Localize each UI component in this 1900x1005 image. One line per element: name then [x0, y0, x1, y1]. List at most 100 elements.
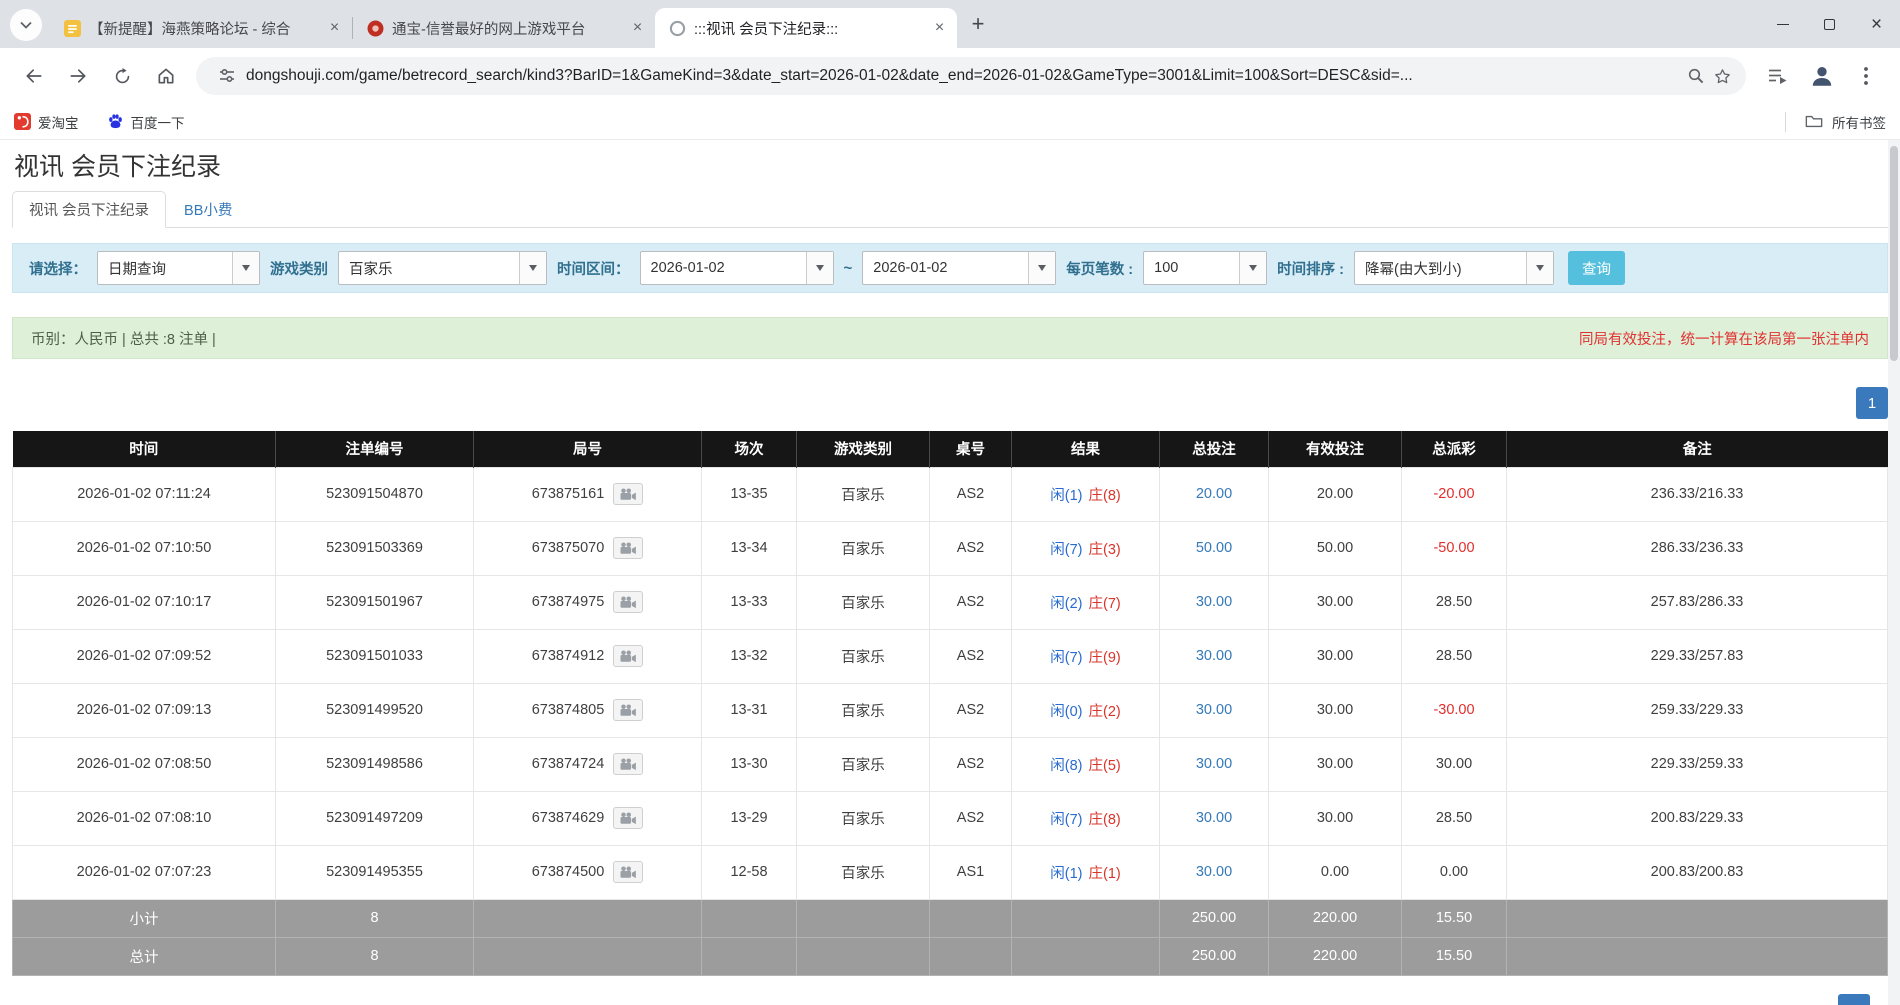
- total-bet-link[interactable]: 20.00: [1196, 486, 1232, 502]
- page-button-1-bottom[interactable]: 1: [1838, 994, 1870, 1005]
- cell-table-no: AS1: [930, 845, 1012, 899]
- bookmark-taobao[interactable]: 爱淘宝: [14, 112, 79, 132]
- round-id-text: 673875161: [532, 486, 605, 502]
- total-empty-cell: [474, 937, 702, 975]
- site-settings-icon[interactable]: [218, 67, 236, 85]
- total-bet-link[interactable]: 30.00: [1196, 648, 1232, 664]
- scrollbar-thumb[interactable]: [1890, 146, 1898, 361]
- all-bookmarks-button[interactable]: 所有书签: [1785, 112, 1886, 132]
- red-site-icon: [367, 20, 384, 37]
- sort-select[interactable]: 降幂(由大到小): [1354, 251, 1554, 285]
- subtotal-valid-bet: 220.00: [1269, 899, 1402, 937]
- cell-result: 闲(2)庄(7): [1012, 575, 1160, 629]
- date-end-select[interactable]: 2026-01-02: [862, 251, 1056, 285]
- cell-note: 229.33/257.83: [1507, 629, 1888, 683]
- tab-bet-records[interactable]: 视讯 会员下注纪录: [12, 191, 166, 228]
- video-replay-button[interactable]: [613, 699, 643, 721]
- subtotal-empty-cell: [797, 899, 930, 937]
- dropdown-button[interactable]: [1239, 252, 1266, 284]
- cell-round-id: 673874975: [474, 575, 702, 629]
- date-end-value: 2026-01-02: [863, 252, 1028, 284]
- column-header-table-no: 桌号: [930, 431, 1012, 467]
- browser-tab-game-platform[interactable]: 通宝-信誉最好的网上游戏平台 ×: [353, 8, 655, 48]
- cell-round-id: 673874500: [474, 845, 702, 899]
- cell-session: 12-58: [702, 845, 797, 899]
- video-replay-button[interactable]: [613, 861, 643, 883]
- tab-close-button[interactable]: ×: [325, 19, 344, 38]
- cell-total-bet: 30.00: [1160, 683, 1269, 737]
- chevron-down-icon: [529, 265, 537, 271]
- url-text[interactable]: dongshouji.com/game/betrecord_search/kin…: [246, 67, 1669, 85]
- cell-result: 闲(7)庄(8): [1012, 791, 1160, 845]
- globe-icon: [669, 20, 686, 37]
- reload-icon: [113, 67, 132, 86]
- maximize-icon: [1824, 19, 1835, 30]
- column-header-game-type: 游戏类别: [797, 431, 930, 467]
- reload-button[interactable]: [102, 56, 142, 96]
- total-bet-link[interactable]: 30.00: [1196, 810, 1232, 826]
- close-window-button[interactable]: ×: [1853, 0, 1900, 48]
- round-id-text: 673874975: [532, 594, 605, 610]
- total-bet-link[interactable]: 50.00: [1196, 540, 1232, 556]
- game-type-select[interactable]: 百家乐: [338, 251, 547, 285]
- total-bet-link[interactable]: 30.00: [1196, 756, 1232, 772]
- cell-payout: -50.00: [1402, 521, 1507, 575]
- media-controls-icon[interactable]: [1758, 56, 1798, 96]
- total-bet-link[interactable]: 30.00: [1196, 702, 1232, 718]
- cell-session: 13-35: [702, 467, 797, 521]
- video-replay-button[interactable]: [613, 537, 643, 559]
- bookmark-baidu[interactable]: 百度一下: [107, 112, 185, 132]
- date-mode-select[interactable]: 日期查询: [97, 251, 260, 285]
- game-type-value: 百家乐: [339, 252, 519, 284]
- dropdown-button[interactable]: [1526, 252, 1553, 284]
- date-start-select[interactable]: 2026-01-02: [640, 251, 834, 285]
- cell-total-bet: 30.00: [1160, 575, 1269, 629]
- close-icon: ×: [330, 19, 339, 37]
- minimize-button[interactable]: [1759, 0, 1806, 48]
- video-replay-button[interactable]: [613, 645, 643, 667]
- cell-bet-id: 523091504870: [276, 467, 474, 521]
- video-replay-button[interactable]: [613, 483, 643, 505]
- search-button[interactable]: 查询: [1568, 251, 1625, 285]
- tab-search-button[interactable]: [10, 9, 42, 41]
- table-row: 2026-01-02 07:10:50 523091503369 6738750…: [13, 521, 1888, 575]
- browser-tab-bet-records-active[interactable]: :::视讯 会员下注纪录::: ×: [655, 8, 957, 48]
- browser-tab-bar: 【新提醒】海燕策略论坛 - 综合 × 通宝-信誉最好的网上游戏平台 × :::视…: [0, 0, 1900, 48]
- video-replay-button[interactable]: [613, 807, 643, 829]
- total-bet-link[interactable]: 30.00: [1196, 864, 1232, 880]
- profile-avatar[interactable]: [1802, 56, 1842, 96]
- zoom-icon[interactable]: [1687, 67, 1705, 85]
- page-size-label: 每页笔数 :: [1066, 258, 1133, 279]
- dropdown-button[interactable]: [519, 252, 546, 284]
- browser-menu-button[interactable]: [1846, 56, 1886, 96]
- tab-close-button[interactable]: ×: [628, 19, 647, 38]
- dropdown-button[interactable]: [232, 252, 259, 284]
- cell-total-bet: 30.00: [1160, 791, 1269, 845]
- new-tab-button[interactable]: +: [963, 9, 993, 39]
- cell-bet-id: 523091499520: [276, 683, 474, 737]
- total-bet-link[interactable]: 30.00: [1196, 594, 1232, 610]
- tab-bb-tip[interactable]: BB小费: [166, 192, 250, 227]
- bookmark-star-icon[interactable]: [1713, 67, 1732, 86]
- dropdown-button[interactable]: [1028, 252, 1055, 284]
- back-button[interactable]: [14, 56, 54, 96]
- page-scrollbar[interactable]: [1888, 140, 1900, 1005]
- result-banker: 庄(1): [1089, 866, 1121, 882]
- tab-close-button[interactable]: ×: [930, 19, 949, 38]
- maximize-button[interactable]: [1806, 0, 1853, 48]
- video-replay-button[interactable]: [613, 753, 643, 775]
- cell-game-type: 百家乐: [797, 467, 930, 521]
- home-button[interactable]: [146, 56, 186, 96]
- total-empty-cell: [1012, 937, 1160, 975]
- video-replay-button[interactable]: [613, 591, 643, 613]
- browser-tab-forum[interactable]: 【新提醒】海燕策略论坛 - 综合 ×: [50, 8, 352, 48]
- forward-button[interactable]: [58, 56, 98, 96]
- url-bar[interactable]: dongshouji.com/game/betrecord_search/kin…: [196, 57, 1746, 95]
- page-button-1[interactable]: 1: [1856, 387, 1888, 419]
- total-valid-bet: 220.00: [1269, 937, 1402, 975]
- page-size-select[interactable]: 100: [1143, 251, 1267, 285]
- video-camera-icon: [619, 758, 637, 771]
- dropdown-button[interactable]: [806, 252, 833, 284]
- table-row: 2026-01-02 07:07:23 523091495355 6738745…: [13, 845, 1888, 899]
- cell-total-bet: 20.00: [1160, 467, 1269, 521]
